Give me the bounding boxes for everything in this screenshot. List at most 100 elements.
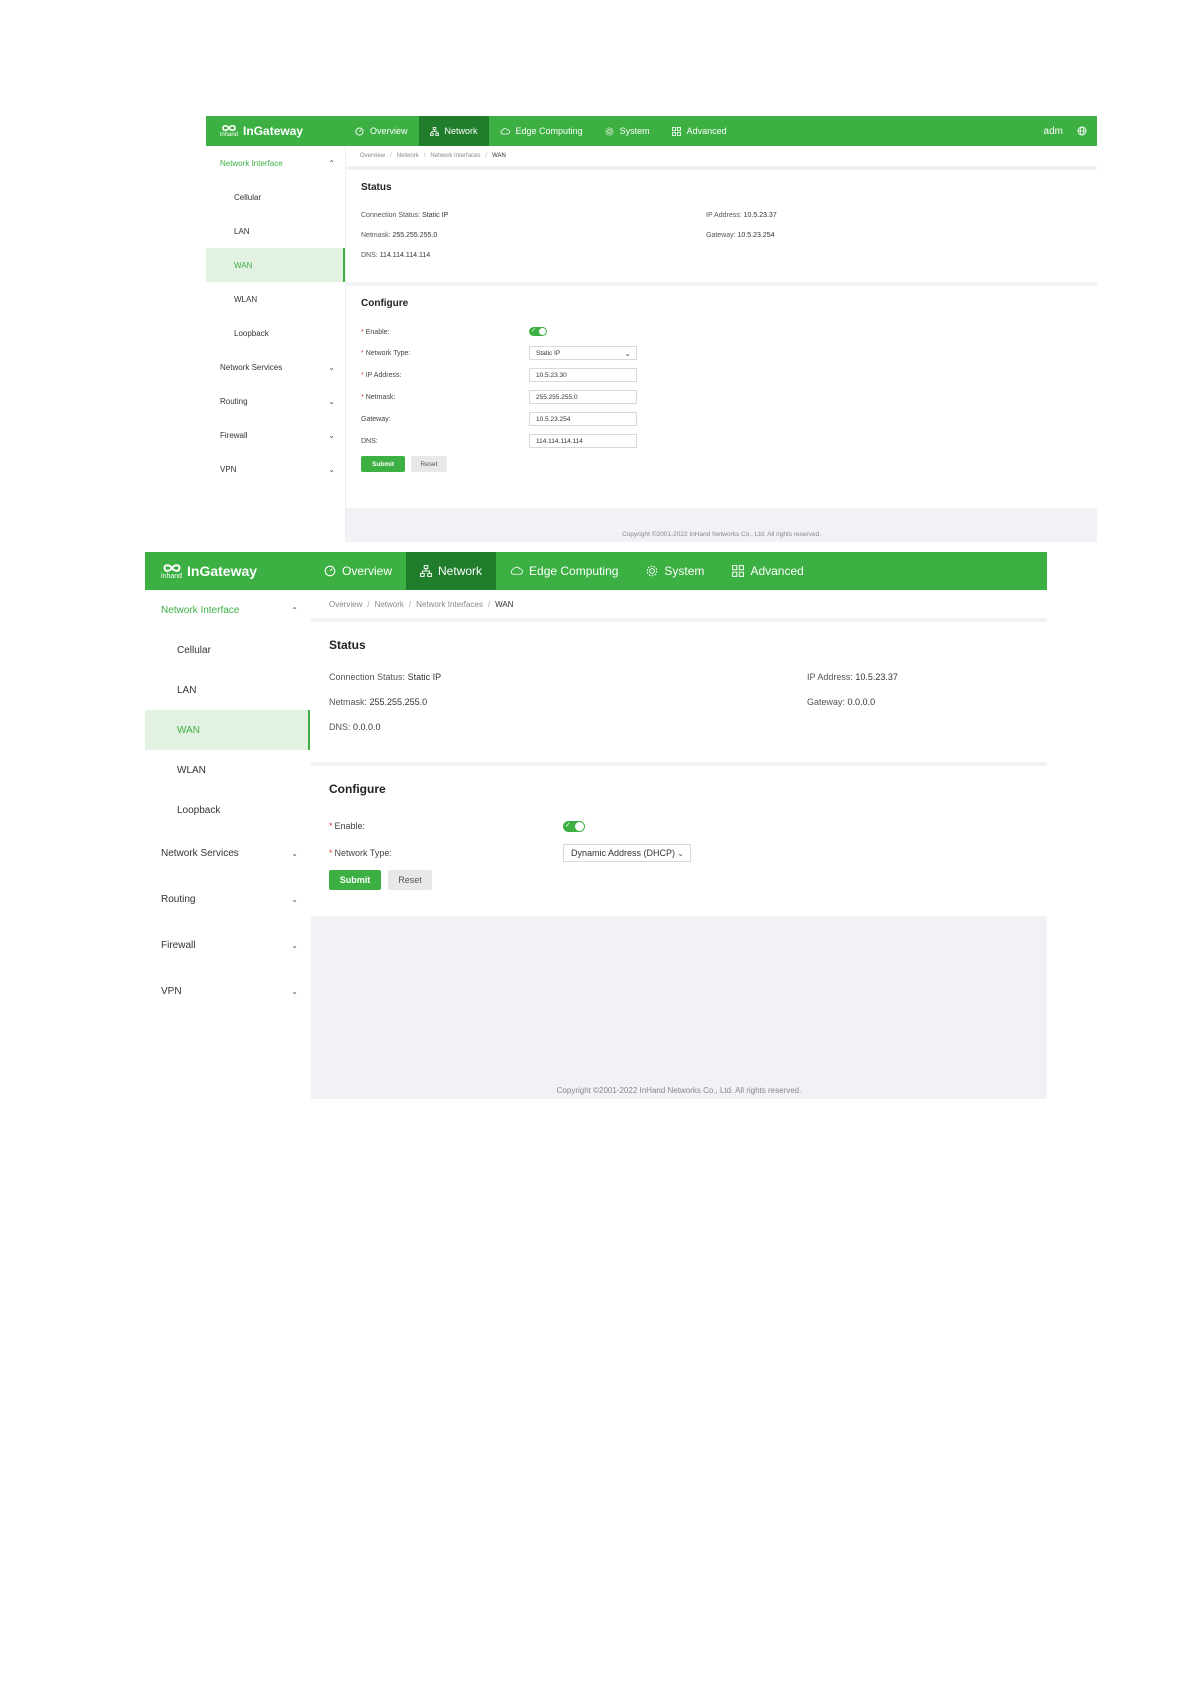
submit-button[interactable]: Submit bbox=[361, 456, 405, 472]
main-content: Overview / Network / Network Interfaces / W… bbox=[311, 590, 1047, 1099]
chevron-down-icon: ⌄ bbox=[291, 894, 298, 904]
status-ip-address: IP Address: 10.5.23.37 bbox=[807, 672, 898, 682]
sidebar-item-lan[interactable]: LAN bbox=[145, 670, 310, 710]
configure-card: Configure * Enable: ✓ * Network Type: Dyna… bbox=[311, 766, 1047, 916]
sidebar-group-routing[interactable]: Routing ⌄ bbox=[145, 876, 310, 922]
breadcrumb-overview[interactable]: Overview bbox=[360, 153, 385, 159]
logo: inhand InGateway bbox=[145, 563, 310, 580]
sidebar-group-firewall[interactable]: Firewall ⌄ bbox=[145, 922, 310, 968]
nav-advanced[interactable]: Advanced bbox=[661, 116, 738, 146]
gateway-row: Gateway: bbox=[361, 415, 391, 423]
status-netmask: Netmask: 255.255.255.0 bbox=[361, 232, 438, 239]
chevron-down-icon: ⌄ bbox=[291, 848, 298, 858]
nav-edge-computing[interactable]: Edge Computing bbox=[489, 116, 594, 146]
main-content: Overview / Network / Network Interfaces / W… bbox=[346, 146, 1097, 542]
nav-system[interactable]: System bbox=[632, 552, 718, 590]
breadcrumb: Overview / Network / Network Interfaces / W… bbox=[311, 590, 1047, 618]
reset-button[interactable]: Reset bbox=[388, 870, 432, 890]
dns-input[interactable]: 114.114.114.114 bbox=[529, 434, 637, 448]
sidebar-item-wan[interactable]: WAN bbox=[206, 248, 345, 282]
sidebar-item-loopback[interactable]: Loopback bbox=[206, 316, 345, 350]
breadcrumb-network[interactable]: Network bbox=[397, 153, 419, 159]
sidebar-item-wan[interactable]: WAN bbox=[145, 710, 310, 750]
logo: inhand InGateway bbox=[206, 124, 344, 138]
nav-overview[interactable]: Overview bbox=[310, 552, 406, 590]
sidebar-group-routing[interactable]: Routing ⌄ bbox=[206, 384, 345, 418]
sidebar-group-vpn[interactable]: VPN ⌄ bbox=[145, 968, 310, 1014]
sidebar: Network Interface ⌃ Cellular LAN WAN WLAN… bbox=[145, 590, 310, 1099]
enable-row: * Enable: bbox=[329, 821, 366, 831]
status-card: Status Connection Status: Static IP IP A… bbox=[311, 622, 1047, 762]
status-netmask: Netmask: 255.255.255.0 bbox=[329, 697, 428, 707]
breadcrumb-wan: WAN bbox=[495, 599, 514, 609]
chevron-down-icon: ⌄ bbox=[624, 348, 631, 358]
sidebar-item-cellular[interactable]: Cellular bbox=[206, 180, 345, 214]
configure-card: Configure * Enable: ✓ * Network Type: Stat… bbox=[346, 286, 1097, 508]
network-type-row: * Network Type: bbox=[361, 349, 411, 357]
grid-icon bbox=[671, 126, 681, 136]
network-type-select[interactable]: Static IP ⌄ bbox=[529, 346, 637, 360]
breadcrumb-network[interactable]: Network bbox=[375, 600, 404, 609]
chevron-down-icon: ⌄ bbox=[677, 848, 684, 858]
breadcrumb-network-interfaces[interactable]: Network Interfaces bbox=[416, 600, 483, 609]
breadcrumb-overview[interactable]: Overview bbox=[329, 600, 362, 609]
sidebar-item-wlan[interactable]: WLAN bbox=[206, 282, 345, 316]
network-type-select[interactable]: Dynamic Address (DHCP) ⌄ bbox=[563, 844, 691, 862]
sidebar-group-network-services[interactable]: Network Services ⌄ bbox=[206, 350, 345, 384]
sidebar-item-wlan[interactable]: WLAN bbox=[145, 750, 310, 790]
top-navbar: inhand InGateway Overview Network Edge C… bbox=[206, 116, 1097, 146]
sidebar-group-network-services[interactable]: Network Services ⌄ bbox=[145, 830, 310, 876]
reset-button[interactable]: Reset bbox=[411, 456, 447, 472]
screenshot-static-ip: inhand InGateway Overview Network Edge C… bbox=[206, 116, 1097, 542]
nav-network[interactable]: Network bbox=[418, 116, 489, 146]
enable-row: * Enable: bbox=[361, 328, 390, 336]
chevron-down-icon: ⌄ bbox=[328, 430, 335, 440]
submit-button[interactable]: Submit bbox=[329, 870, 381, 890]
status-title: Status bbox=[361, 182, 392, 193]
sidebar-group-network-interface[interactable]: Network Interface ⌃ bbox=[145, 590, 310, 630]
chevron-down-icon: ⌄ bbox=[291, 940, 298, 950]
copyright-footer: Copyright ©2001-2022 InHand Networks Co.… bbox=[622, 531, 821, 538]
chevron-down-icon: ⌄ bbox=[328, 464, 335, 474]
status-card: Status Connection Status: Static IP IP A… bbox=[346, 170, 1097, 282]
dashboard-icon bbox=[324, 565, 336, 577]
netmask-row: * Netmask: bbox=[361, 393, 396, 401]
sidebar-group-network-interface[interactable]: Network Interface ⌃ bbox=[206, 146, 345, 180]
chevron-up-icon: ⌃ bbox=[328, 158, 335, 168]
chevron-up-icon: ⌃ bbox=[291, 605, 298, 615]
copyright-footer: Copyright ©2001-2022 InHand Networks Co.… bbox=[556, 1086, 802, 1095]
globe-icon[interactable] bbox=[1077, 126, 1087, 136]
user-menu[interactable]: adm bbox=[1044, 126, 1063, 137]
brand-name: InGateway bbox=[243, 124, 304, 138]
screenshot-dhcp: inhand InGateway Overview Network Edge C… bbox=[145, 552, 1047, 1099]
gateway-input[interactable]: 10.5.23.254 bbox=[529, 412, 637, 426]
grid-icon bbox=[732, 565, 745, 577]
sidebar-item-lan[interactable]: LAN bbox=[206, 214, 345, 248]
nav-system[interactable]: System bbox=[594, 116, 661, 146]
main-nav: Overview Network Edge Computing System A… bbox=[344, 116, 738, 146]
sidebar-item-loopback[interactable]: Loopback bbox=[145, 790, 310, 830]
breadcrumb-network-interfaces[interactable]: Network Interfaces bbox=[430, 153, 480, 159]
nav-edge-computing[interactable]: Edge Computing bbox=[496, 552, 632, 590]
dns-row: DNS: bbox=[361, 437, 378, 445]
nav-overview[interactable]: Overview bbox=[344, 116, 419, 146]
nav-advanced[interactable]: Advanced bbox=[718, 552, 817, 590]
netmask-input[interactable]: 255.255.255.0 bbox=[529, 390, 637, 404]
sidebar-group-vpn[interactable]: VPN ⌄ bbox=[206, 452, 345, 486]
chevron-down-icon: ⌄ bbox=[291, 986, 298, 996]
enable-toggle[interactable]: ✓ bbox=[529, 327, 547, 336]
brand-small-text: inhand bbox=[161, 572, 183, 580]
network-icon bbox=[420, 565, 432, 577]
status-gateway: Gateway: 0.0.0.0 bbox=[807, 697, 876, 707]
main-nav: Overview Network Edge Computing System A… bbox=[310, 552, 818, 590]
ip-address-row: * IP Address: bbox=[361, 371, 402, 379]
cloud-icon bbox=[510, 566, 523, 575]
network-type-row: * Network Type: bbox=[329, 848, 392, 858]
sidebar-item-cellular[interactable]: Cellular bbox=[145, 630, 310, 670]
sidebar-group-firewall[interactable]: Firewall ⌄ bbox=[206, 418, 345, 452]
ip-address-input[interactable]: 10.5.23.30 bbox=[529, 368, 637, 382]
cloud-icon bbox=[500, 127, 510, 134]
nav-network[interactable]: Network bbox=[406, 552, 497, 590]
connection-status: Connection Status: Static IP bbox=[361, 212, 449, 219]
enable-toggle[interactable]: ✓ bbox=[563, 821, 585, 832]
